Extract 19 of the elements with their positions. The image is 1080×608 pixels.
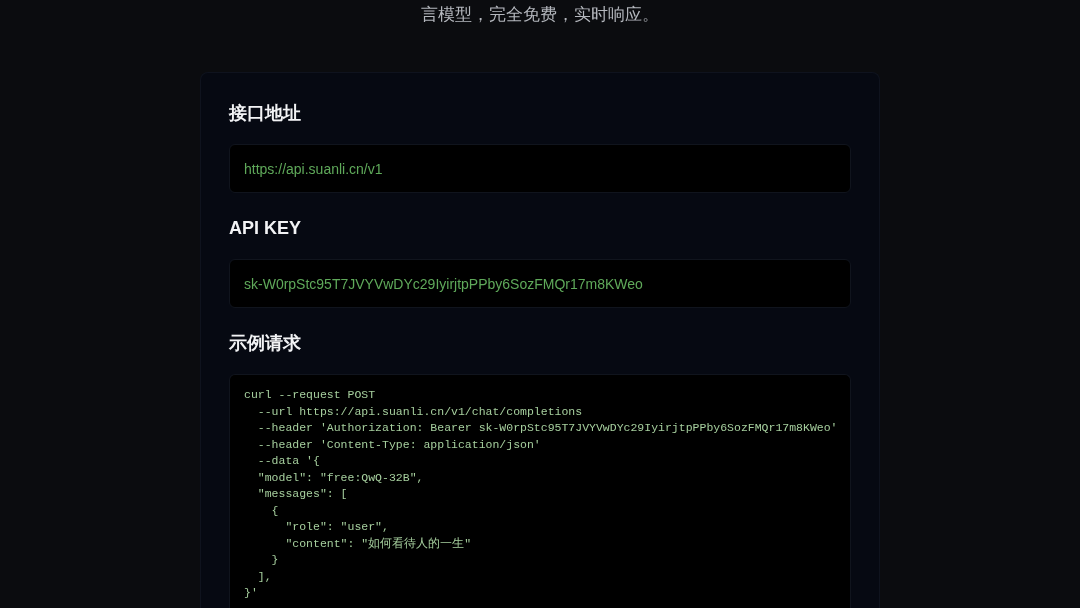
- code-line: "content": "如何看待人的一生": [284, 535, 472, 552]
- code-line: }': [244, 585, 258, 601]
- code-line: "role": "user",: [284, 519, 389, 535]
- code-line: "messages": [: [256, 486, 348, 502]
- code-line: --data '{: [256, 453, 320, 469]
- intro-text: 言模型，完全免费，实时响应。: [421, 5, 659, 25]
- code-line: "model": "free:QwQ-32B",: [256, 469, 424, 486]
- code-line: ],: [256, 568, 272, 585]
- text-field[interactable]: sk-W0rpStc95T7JVYVwDYc29IyirjtpPPby6SozFMQr17m8KWeo: [229, 259, 851, 308]
- code-line: --header 'Content-Type: application/json': [256, 436, 541, 453]
- section-heading: API KEY: [229, 217, 303, 239]
- section-heading: 接口地址: [229, 102, 302, 124]
- code-line: --url https://api.suanli.cn/v1/chat/completions: [256, 403, 583, 420]
- code-line: }: [270, 552, 279, 568]
- code-line: {: [270, 502, 279, 519]
- section-heading: 示例请求: [229, 332, 302, 354]
- code-line: curl --request POST: [244, 387, 376, 403]
- text-field[interactable]: https://api.suanli.cn/v1: [229, 144, 851, 193]
- code-line: --header 'Authorization: Bearer sk-W0rpStc95T7JVYVwDYc29IyirjtpPPby6SozFMQr17m8KWeo': [256, 420, 838, 436]
